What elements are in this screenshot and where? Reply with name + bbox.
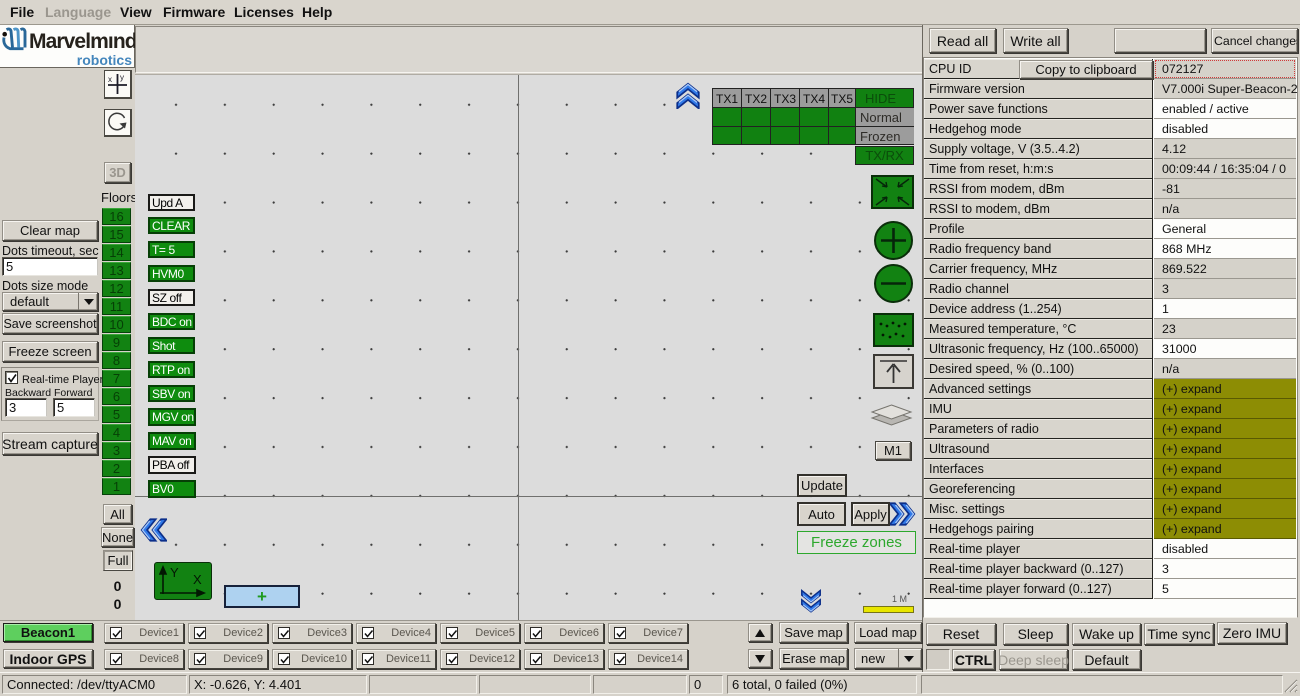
- svg-text:X: X: [193, 572, 202, 587]
- svg-text:y: y: [120, 73, 124, 82]
- svg-text:x: x: [108, 75, 112, 84]
- svg-text:Y: Y: [170, 565, 179, 580]
